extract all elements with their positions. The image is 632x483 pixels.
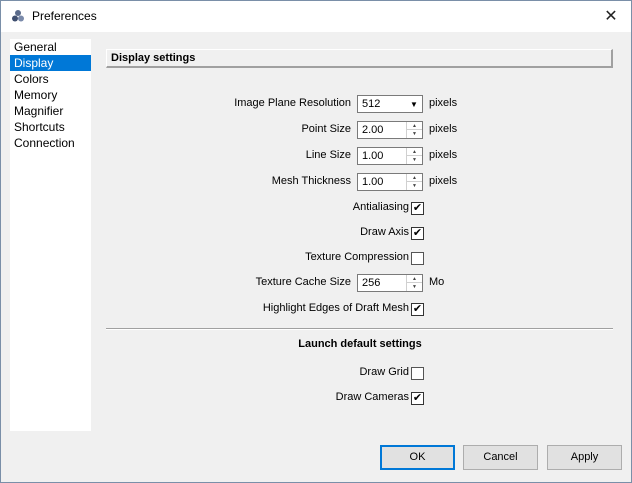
preferences-window: Preferences ✕ General Display Colors Mem… xyxy=(0,0,632,483)
cancel-button[interactable]: Cancel xyxy=(463,445,538,470)
highlight-edges-checkbox[interactable]: ✔ xyxy=(411,303,424,316)
point-size-stepper[interactable]: 2.00 ▲ ▼ xyxy=(357,121,423,139)
highlight-edges-row: Highlight Edges of Draft Mesh ✔ xyxy=(97,298,623,320)
display-settings-header: Display settings xyxy=(106,49,613,68)
section-divider xyxy=(106,328,613,330)
spin-down-icon[interactable]: ▼ xyxy=(407,130,422,138)
line-size-row: Line Size 1.00 ▲ ▼ pixels xyxy=(97,145,623,167)
mesh-thickness-spin-buttons: ▲ ▼ xyxy=(406,174,422,190)
image-plane-resolution-label: Image Plane Resolution xyxy=(234,97,351,109)
ok-button[interactable]: OK xyxy=(380,445,455,470)
draw-grid-label: Draw Grid xyxy=(359,366,409,378)
draw-axis-label: Draw Axis xyxy=(360,226,409,238)
texture-cache-size-row: Texture Cache Size 256 ▲ ▼ Mo xyxy=(97,272,623,294)
spin-down-icon[interactable]: ▼ xyxy=(407,283,422,291)
spin-down-icon[interactable]: ▼ xyxy=(407,182,422,190)
sidebar-item-display[interactable]: Display xyxy=(10,55,91,71)
image-plane-resolution-dropdown[interactable]: 512 ▼ xyxy=(357,95,423,113)
sidebar-item-memory[interactable]: Memory xyxy=(10,87,91,103)
close-icon: ✕ xyxy=(604,8,618,25)
image-plane-resolution-unit: pixels xyxy=(429,97,458,109)
line-size-stepper[interactable]: 1.00 ▲ ▼ xyxy=(357,147,423,165)
title-bar: Preferences ✕ xyxy=(1,1,631,32)
launch-settings-header: Launch default settings xyxy=(298,338,422,350)
antialiasing-row: Antialiasing ✔ xyxy=(97,197,623,219)
antialiasing-checkbox[interactable]: ✔ xyxy=(411,202,424,215)
texture-cache-size-value: 256 xyxy=(362,277,381,289)
sidebar-item-connection[interactable]: Connection xyxy=(10,135,91,151)
sidebar-item-magnifier[interactable]: Magnifier xyxy=(10,103,91,119)
image-plane-resolution-row: Image Plane Resolution 512 ▼ pixels xyxy=(97,93,623,115)
point-size-unit: pixels xyxy=(429,123,458,135)
draw-axis-row: Draw Axis ✔ xyxy=(97,222,623,244)
window-title: Preferences xyxy=(32,9,97,23)
mesh-thickness-row: Mesh Thickness 1.00 ▲ ▼ pixels xyxy=(97,171,623,193)
draw-cameras-checkbox[interactable]: ✔ xyxy=(411,392,424,405)
point-size-value: 2.00 xyxy=(362,124,384,136)
line-size-spin-buttons: ▲ ▼ xyxy=(406,148,422,164)
image-plane-resolution-value: 512 xyxy=(362,98,381,110)
spin-up-icon[interactable]: ▲ xyxy=(407,275,422,283)
texture-compression-label: Texture Compression xyxy=(305,251,409,263)
texture-cache-size-unit: Mo xyxy=(429,276,445,288)
app-logo-icon xyxy=(12,10,24,22)
texture-cache-size-stepper[interactable]: 256 ▲ ▼ xyxy=(357,274,423,292)
mesh-thickness-value: 1.00 xyxy=(362,176,384,188)
texture-cache-size-label: Texture Cache Size xyxy=(255,276,351,288)
sidebar-item-shortcuts[interactable]: Shortcuts xyxy=(10,119,91,135)
spin-up-icon[interactable]: ▲ xyxy=(407,122,422,130)
texture-cache-size-spin-buttons: ▲ ▼ xyxy=(406,275,422,291)
sidebar-item-colors[interactable]: Colors xyxy=(10,71,91,87)
point-size-label: Point Size xyxy=(301,123,351,135)
draw-grid-checkbox[interactable] xyxy=(411,367,424,380)
sidebar-item-general[interactable]: General xyxy=(10,39,91,55)
draw-cameras-label: Draw Cameras xyxy=(335,391,409,403)
spin-down-icon[interactable]: ▼ xyxy=(407,156,422,164)
line-size-label: Line Size xyxy=(305,149,351,161)
line-size-value: 1.00 xyxy=(362,150,384,162)
close-button[interactable]: ✕ xyxy=(591,1,631,31)
point-size-row: Point Size 2.00 ▲ ▼ pixels xyxy=(97,119,623,141)
apply-button[interactable]: Apply xyxy=(547,445,622,470)
texture-compression-row: Texture Compression xyxy=(97,247,623,269)
spin-up-icon[interactable]: ▲ xyxy=(407,148,422,156)
antialiasing-label: Antialiasing xyxy=(352,201,409,213)
draw-grid-row: Draw Grid xyxy=(97,362,623,384)
settings-panel: Display settings Image Plane Resolution … xyxy=(97,39,623,431)
highlight-edges-label: Highlight Edges of Draft Mesh xyxy=(262,302,409,314)
chevron-down-icon[interactable]: ▼ xyxy=(406,96,422,112)
spin-up-icon[interactable]: ▲ xyxy=(407,174,422,182)
texture-compression-checkbox[interactable] xyxy=(411,252,424,265)
category-list: General Display Colors Memory Magnifier … xyxy=(10,39,91,431)
point-size-spin-buttons: ▲ ▼ xyxy=(406,122,422,138)
mesh-thickness-label: Mesh Thickness xyxy=(271,175,351,187)
mesh-thickness-unit: pixels xyxy=(429,175,458,187)
draw-cameras-row: Draw Cameras ✔ xyxy=(97,387,623,409)
line-size-unit: pixels xyxy=(429,149,458,161)
mesh-thickness-stepper[interactable]: 1.00 ▲ ▼ xyxy=(357,173,423,191)
draw-axis-checkbox[interactable]: ✔ xyxy=(411,227,424,240)
